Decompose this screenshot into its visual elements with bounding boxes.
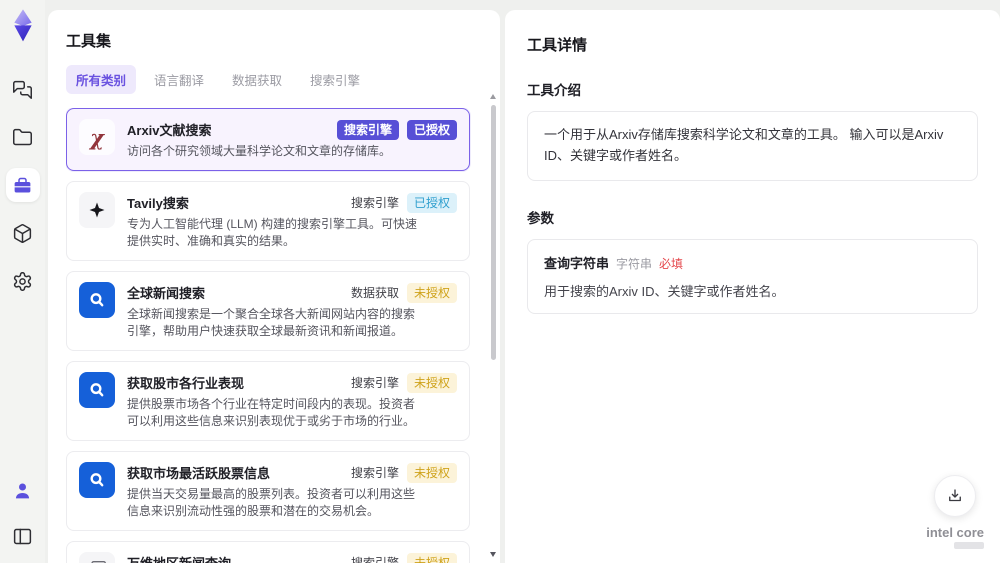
category-badge: 搜索引擎 bbox=[351, 553, 399, 563]
intro-text: 一个用于从Arxiv存储库搜索科学论文和文章的工具。 输入可以是Arxiv ID… bbox=[544, 127, 944, 163]
newspaper-icon bbox=[79, 552, 115, 563]
tool-description: 提供当天交易量最高的股票列表。投资者可以利用这些信息来识别流动性强的股票和潜在的… bbox=[127, 487, 416, 519]
intro-heading: 工具介绍 bbox=[527, 83, 581, 98]
toolbox-icon[interactable] bbox=[5, 168, 40, 202]
user-icon[interactable] bbox=[6, 473, 40, 507]
param-type: 字符串 bbox=[616, 256, 653, 271]
scroll-up-arrow[interactable] bbox=[490, 94, 496, 99]
tools-panel: 工具集 所有类别 语言翻译 数据获取 搜索引擎 χ Arxiv文献搜索 访问各个… bbox=[48, 10, 500, 563]
intel-mark bbox=[954, 542, 984, 549]
download-button[interactable] bbox=[934, 475, 977, 517]
auth-status-badge: 已授权 bbox=[406, 193, 457, 214]
auth-status-badge: 未授权 bbox=[406, 463, 457, 484]
tool-description: 专为人工智能代理 (LLM) 构建的搜索引擎工具。可快速提供实时、准确和真实的结… bbox=[127, 217, 418, 249]
intro-card: 一个用于从Arxiv存储库搜索科学论文和文章的工具。 输入可以是Arxiv ID… bbox=[527, 111, 978, 181]
chat-icon[interactable] bbox=[6, 72, 40, 106]
blue-search-icon bbox=[79, 372, 115, 409]
tool-list-item[interactable]: 获取股市各行业表现 提供股票市场各个行业在特定时间段内的表现。投资者可以利用这些… bbox=[66, 361, 470, 442]
scroll-down-arrow[interactable] bbox=[490, 552, 496, 557]
folder-icon[interactable] bbox=[6, 120, 40, 154]
param-name: 查询字符串 bbox=[544, 255, 610, 271]
tools-list: χ Arxiv文献搜索 访问各个研究领域大量科学论文和文章的存储库。 搜索引擎 … bbox=[66, 108, 482, 563]
arxiv-icon: χ bbox=[79, 119, 115, 155]
tool-description: 提供股票市场各个行业在特定时间段内的表现。投资者可以利用这些信息来识别表现优于或… bbox=[127, 397, 416, 429]
download-icon bbox=[949, 489, 962, 502]
tool-list-item[interactable]: Tavily搜索 专为人工智能代理 (LLM) 构建的搜索引擎工具。可快速提供实… bbox=[66, 181, 470, 262]
corner-widgets: intel core bbox=[926, 475, 984, 549]
category-tab[interactable]: 搜索引擎 bbox=[300, 65, 370, 94]
scrollbar-thumb[interactable] bbox=[490, 105, 496, 360]
blue-search-icon bbox=[79, 462, 115, 499]
auth-status-badge: 未授权 bbox=[406, 283, 457, 304]
category-tab[interactable]: 所有类别 bbox=[66, 65, 137, 94]
details-panel: 工具详情 工具介绍 一个用于从Arxiv存储库搜索科学论文和文章的工具。 输入可… bbox=[505, 10, 1000, 563]
settings-icon[interactable] bbox=[6, 264, 40, 298]
category-tab[interactable]: 数据获取 bbox=[222, 65, 292, 94]
rail-nav bbox=[5, 72, 40, 298]
category-badge: 搜索引擎 bbox=[336, 120, 399, 140]
auth-status-badge: 未授权 bbox=[406, 553, 457, 563]
category-tabs: 所有类别 语言翻译 数据获取 搜索引擎 bbox=[66, 65, 482, 94]
page-title: 工具集 bbox=[66, 33, 112, 50]
category-badge: 搜索引擎 bbox=[350, 376, 399, 391]
app-logo bbox=[7, 8, 39, 42]
category-badge: 搜索引擎 bbox=[350, 196, 399, 211]
tool-list-item[interactable]: 获取市场最活跃股票信息 提供当天交易量最高的股票列表。投资者可以利用这些信息来识… bbox=[66, 451, 470, 532]
app-rail bbox=[0, 0, 45, 563]
blue-search-icon bbox=[79, 282, 115, 319]
category-tab[interactable]: 语言翻译 bbox=[144, 65, 214, 94]
category-badge: 搜索引擎 bbox=[350, 466, 399, 481]
rail-bottom bbox=[6, 473, 40, 553]
list-scrollbar[interactable] bbox=[490, 94, 496, 557]
tool-description: 全球新闻搜索是一个聚合全球各大新闻网站内容的搜索引擎，帮助用户快速获取全球最新资… bbox=[127, 307, 416, 339]
tool-description: 访问各个研究领域大量科学论文和文章的存储库。 bbox=[127, 144, 392, 158]
auth-status-badge: 未授权 bbox=[406, 373, 457, 394]
param-card: 查询字符串 字符串 必填 用于搜索的Arxiv ID、关键字或作者姓名。 bbox=[527, 238, 978, 314]
param-required-badge: 必填 bbox=[659, 256, 684, 271]
category-badge: 数据获取 bbox=[350, 286, 399, 301]
tool-list-item[interactable]: 全球新闻搜索 全球新闻搜索是一个聚合全球各大新闻网站内容的搜索引擎，帮助用户快速… bbox=[66, 271, 470, 352]
auth-status-badge: 已授权 bbox=[406, 120, 457, 140]
intel-core-logo: intel core bbox=[926, 525, 984, 549]
params-heading: 参数 bbox=[527, 210, 554, 226]
tool-list-item[interactable]: χ Arxiv文献搜索 访问各个研究领域大量科学论文和文章的存储库。 搜索引擎 … bbox=[66, 108, 470, 172]
param-desc: 用于搜索的Arxiv ID、关键字或作者姓名。 bbox=[544, 283, 785, 299]
intel-core-text: intel core bbox=[926, 525, 984, 540]
details-title: 工具详情 bbox=[527, 37, 588, 54]
panel-toggle-icon[interactable] bbox=[6, 519, 40, 553]
package-icon[interactable] bbox=[6, 216, 40, 250]
tool-list-item[interactable]: 万维地区新闻查询 查询具体行政区划内的新闻，快速了解各地新闻动 搜索引擎 未授权 bbox=[66, 541, 470, 563]
param-header: 查询字符串 字符串 必填 bbox=[544, 253, 961, 272]
tavily-icon bbox=[79, 192, 115, 229]
main-area: 工具集 所有类别 语言翻译 数据获取 搜索引擎 χ Arxiv文献搜索 访问各个… bbox=[45, 0, 1000, 563]
